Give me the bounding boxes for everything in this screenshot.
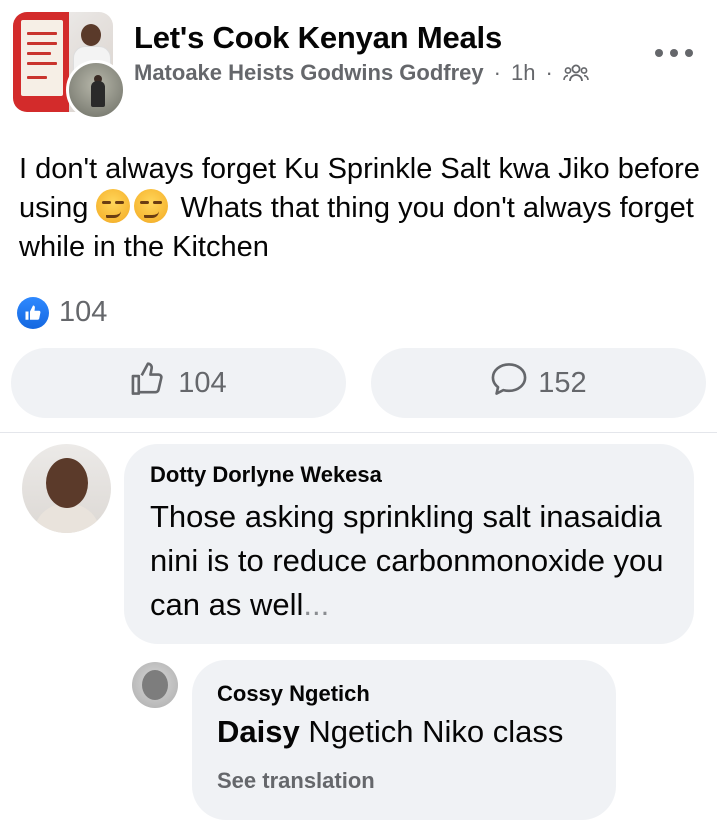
reply-text-body: Ngetich Niko class <box>299 714 564 749</box>
reply-avatar[interactable] <box>132 662 178 708</box>
smirk-emoji-icon <box>134 189 169 223</box>
like-count: 104 <box>178 366 227 399</box>
reply-author[interactable]: Cossy Ngetich <box>217 681 370 707</box>
group-members-icon <box>562 63 589 83</box>
comment-text: Those asking sprinkling salt inasaidia n… <box>150 495 680 627</box>
reply-text: Daisy Ngetich Niko class <box>217 714 563 750</box>
commenter-avatar[interactable] <box>22 444 111 533</box>
comment-text-body: Those asking sprinkling salt inasaidia n… <box>150 499 664 622</box>
like-reaction-icon <box>17 296 49 329</box>
post-meta: Matoake Heists Godwins Godfrey · 1h · <box>134 60 589 86</box>
group-name[interactable]: Let's Cook Kenyan Meals <box>134 20 502 56</box>
post-text: I don't always forget Ku Sprinkle Salt k… <box>19 150 709 267</box>
more-horizontal-icon[interactable] <box>650 42 698 64</box>
mention-tag[interactable]: Daisy <box>217 714 300 749</box>
group-avatar-poster <box>21 20 63 96</box>
post-time[interactable]: 1h <box>511 60 535 86</box>
author-name[interactable]: Matoake Heists Godwins Godfrey <box>134 60 484 86</box>
see-more-ellipsis[interactable]: ... <box>303 587 329 622</box>
speech-bubble-icon <box>490 361 528 405</box>
divider <box>0 432 717 433</box>
see-translation-link[interactable]: See translation <box>217 768 375 794</box>
reaction-summary[interactable]: 104 <box>17 296 107 329</box>
comment-button[interactable]: 152 <box>371 348 706 418</box>
thumbs-up-icon <box>130 361 168 405</box>
meta-separator-2: · <box>545 60 553 85</box>
author-avatar[interactable] <box>66 60 126 120</box>
smirk-emoji-icon <box>96 189 131 223</box>
comment-count: 152 <box>538 366 587 399</box>
comment-author[interactable]: Dotty Dorlyne Wekesa <box>150 462 382 488</box>
like-button[interactable]: 104 <box>11 348 346 418</box>
reaction-count: 104 <box>59 296 108 328</box>
meta-separator: · <box>493 60 501 85</box>
